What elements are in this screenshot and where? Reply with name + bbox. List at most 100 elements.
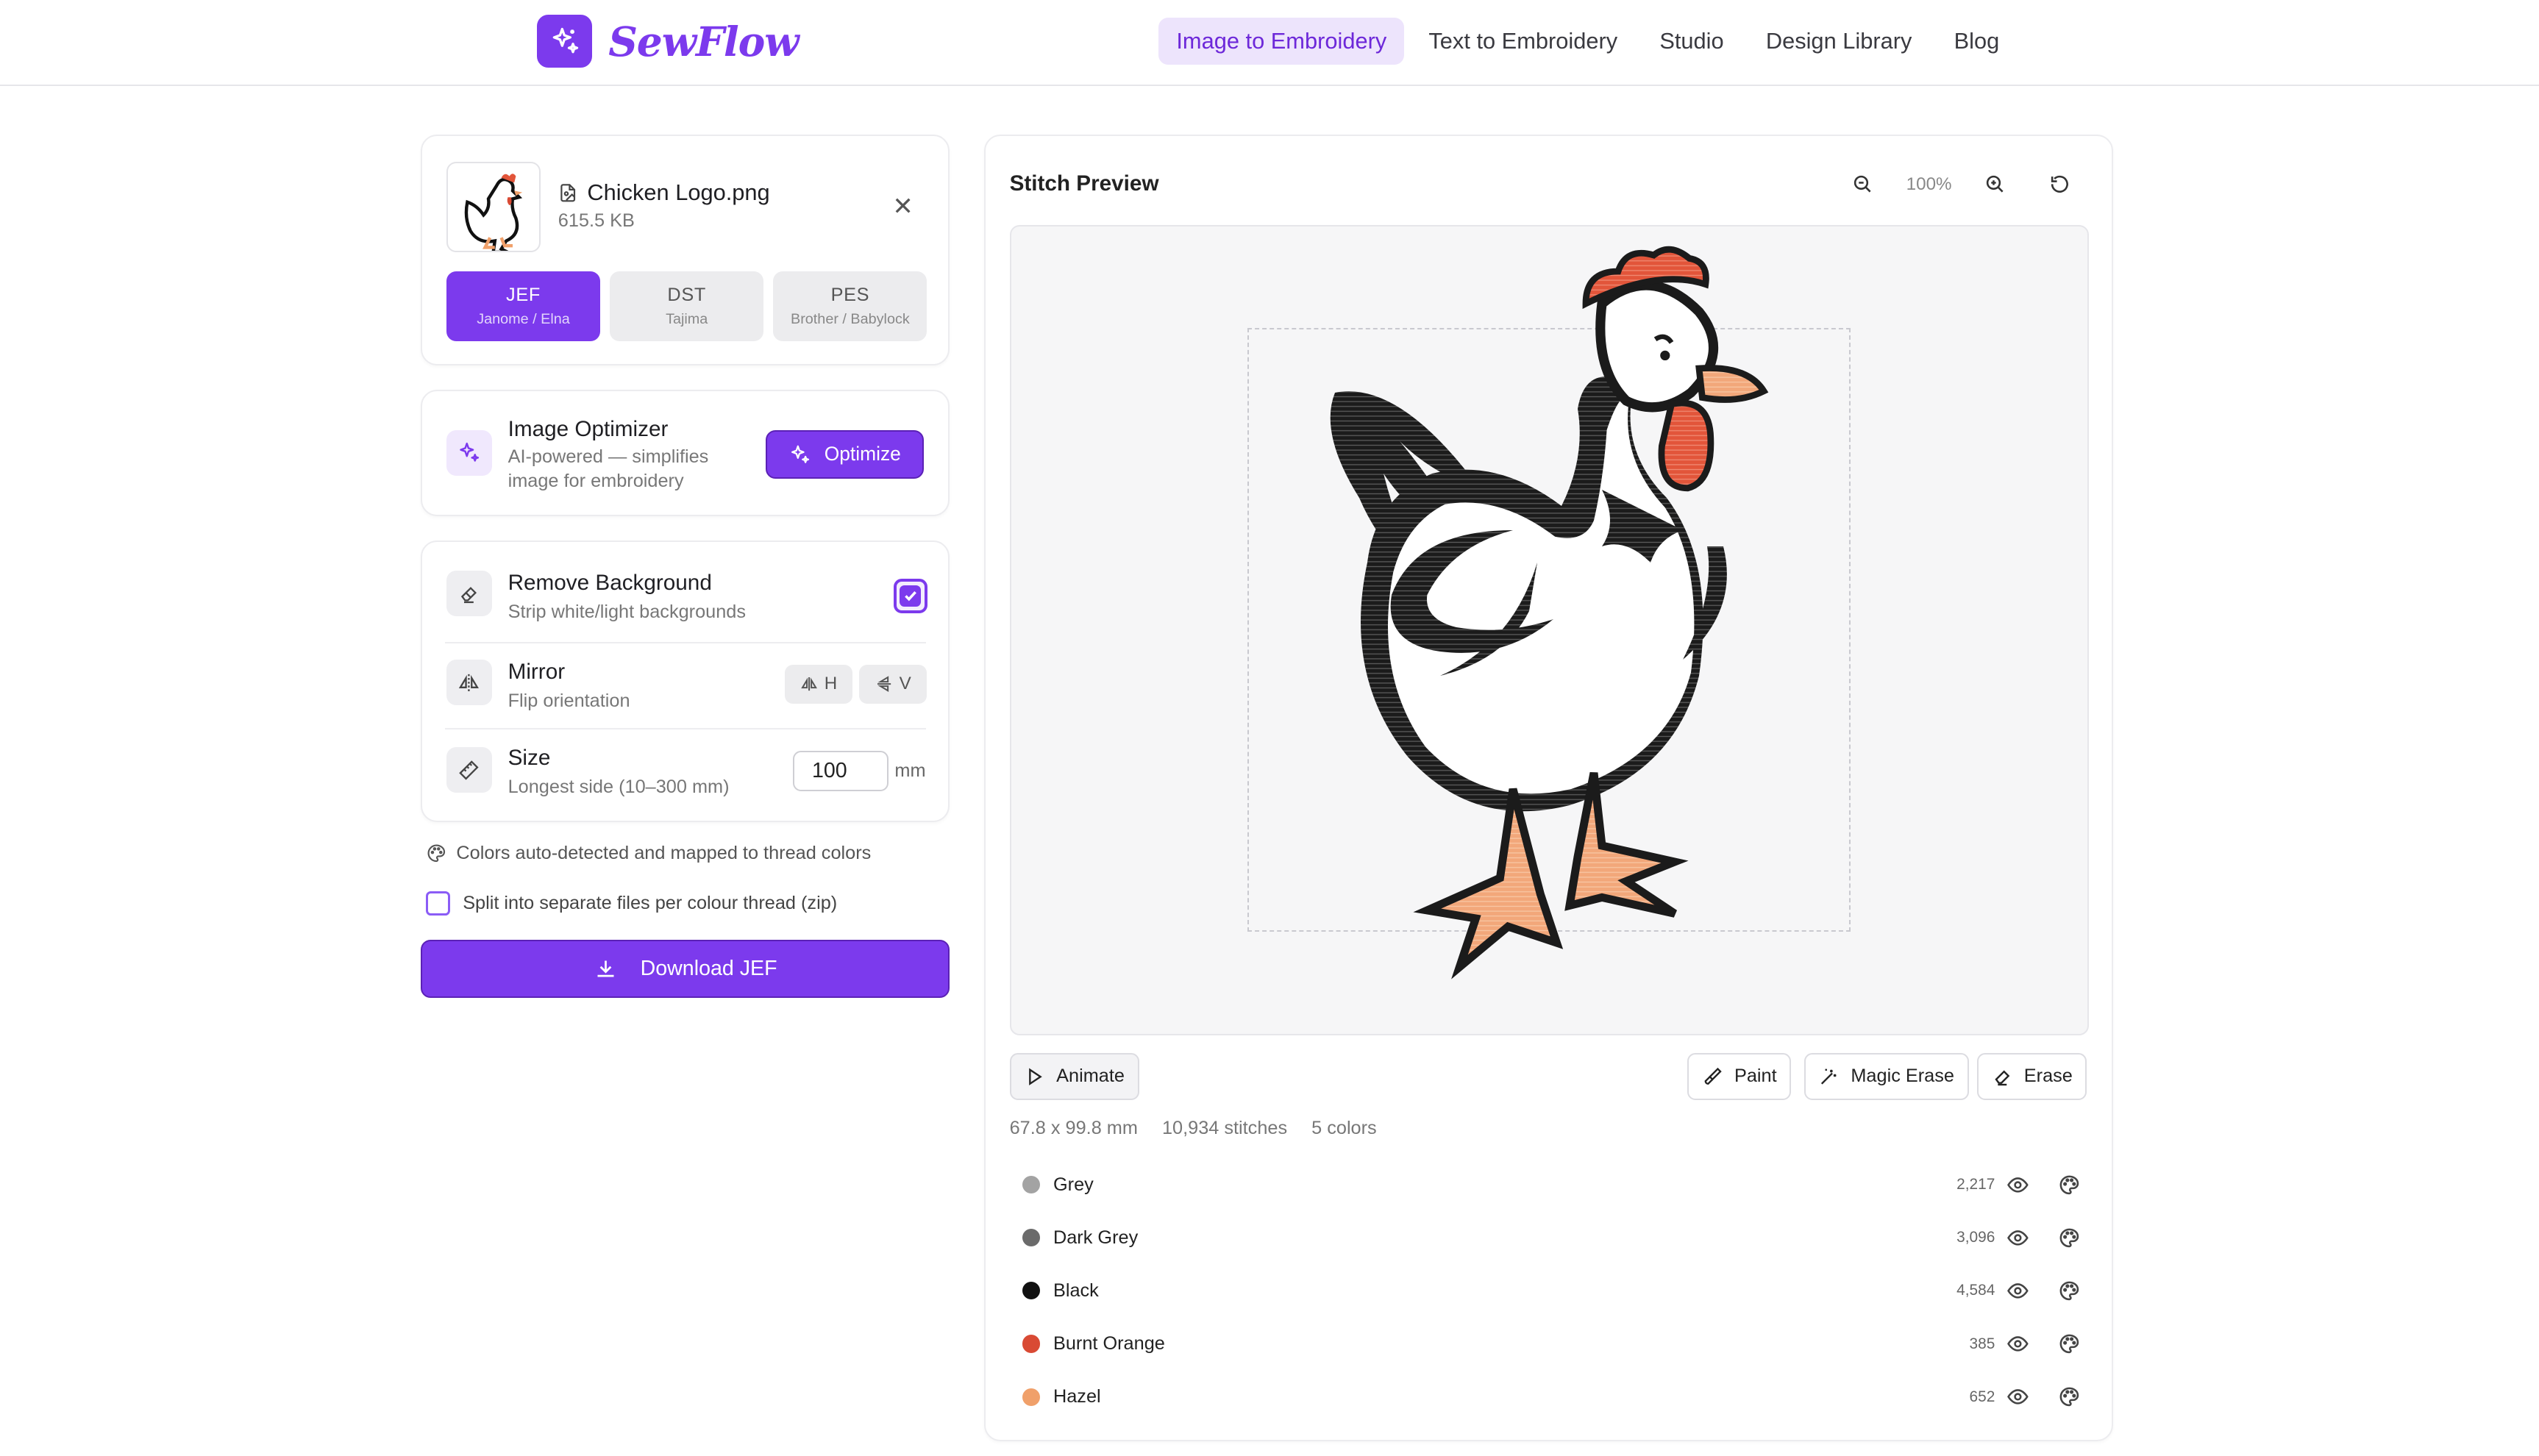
chicken-stitch-preview [1330, 246, 1768, 979]
mirror-v-label: V [899, 674, 911, 694]
sparkle-icon [791, 445, 810, 463]
nav-text-to-embroidery[interactable]: Text to Embroidery [1411, 18, 1635, 65]
play-icon [1029, 1068, 1042, 1085]
thread-stitch-count: 2,217 [1956, 1176, 1995, 1193]
file-name: Chicken Logo.png [558, 179, 770, 206]
split-files-label: Split into separate files per colour thr… [463, 893, 838, 914]
eye-icon[interactable] [2006, 1332, 2029, 1355]
mirror-h-label: H [824, 674, 838, 694]
eye-icon[interactable] [2006, 1227, 2029, 1249]
eraser-icon [446, 571, 492, 616]
nav-blog[interactable]: Blog [1936, 18, 2017, 65]
logo[interactable]: SewFlow [537, 14, 800, 68]
thread-row: Burnt Orange 385 [1010, 1317, 2089, 1370]
sparkle-icon [446, 429, 492, 476]
optimizer-subtitle: AI-powered — simplifies image for embroi… [508, 445, 709, 493]
format-dst-button[interactable]: DST Tajima [610, 271, 764, 341]
format-selector: JEF Janome / Elna DST Tajima PES Brother… [446, 271, 927, 341]
divider [444, 642, 926, 644]
zoom-in-icon[interactable] [1973, 166, 2018, 201]
main-nav: Image to Embroidery Text to Embroidery S… [1158, 18, 2017, 65]
reset-icon[interactable] [2037, 166, 2083, 201]
optimizer-title: Image Optimizer [508, 417, 669, 442]
zoom-controls: 100% [1840, 166, 2083, 201]
brand-name: SewFlow [608, 17, 799, 65]
format-jef-button[interactable]: JEF Janome / Elna [446, 271, 600, 341]
file-image-icon [560, 183, 575, 202]
nav-image-to-embroidery[interactable]: Image to Embroidery [1158, 18, 1405, 65]
remove-bg-checkbox[interactable] [893, 579, 927, 613]
top-header: SewFlow Image to Embroidery Text to Embr… [0, 0, 2539, 86]
split-files-option[interactable]: Split into separate files per colour thr… [425, 891, 838, 916]
palette-icon[interactable] [2058, 1174, 2081, 1196]
magic-erase-label: Magic Erase [1851, 1066, 1954, 1087]
eye-icon[interactable] [2006, 1174, 2029, 1196]
animate-label: Animate [1056, 1066, 1125, 1087]
colors-note: Colors auto-detected and mapped to threa… [426, 843, 872, 864]
paint-button[interactable]: Paint [1687, 1052, 1792, 1100]
file-size: 615.5 KB [558, 210, 635, 231]
format-machine: Janome / Elna [477, 310, 570, 327]
size-subtitle: Longest side (10–300 mm) [508, 776, 730, 797]
file-name-text: Chicken Logo.png [587, 179, 770, 205]
format-machine: Tajima [666, 310, 708, 327]
thread-name: Black [1053, 1280, 1099, 1301]
nav-design-library[interactable]: Design Library [1748, 18, 1930, 65]
divider [444, 727, 926, 729]
download-button[interactable]: Download JEF [421, 940, 950, 999]
remove-bg-subtitle: Strip white/light backgrounds [508, 601, 747, 622]
palette-icon[interactable] [2058, 1332, 2081, 1355]
mirror-icon [446, 660, 492, 705]
thread-name: Grey [1053, 1174, 1094, 1195]
split-files-checkbox[interactable] [425, 891, 450, 916]
file-thumbnail [446, 161, 541, 252]
thread-swatch [1022, 1175, 1041, 1194]
stat-dimensions: 67.8 x 99.8 mm [1009, 1117, 1138, 1138]
nav-studio[interactable]: Studio [1642, 18, 1742, 65]
eye-icon[interactable] [2006, 1385, 2029, 1408]
optimize-button[interactable]: Optimize [765, 429, 925, 479]
zoom-level: 100% [1906, 174, 1952, 194]
thread-swatch [1022, 1388, 1041, 1406]
thread-row: Black 4,584 [1010, 1264, 2089, 1317]
mirror-vertical-button[interactable]: V [859, 664, 927, 704]
optimize-label: Optimize [824, 443, 901, 465]
stat-stitches: 10,934 stitches [1161, 1117, 1288, 1138]
format-code: DST [667, 285, 706, 306]
magic-erase-button[interactable]: Magic Erase [1803, 1052, 1969, 1100]
size-input[interactable]: 100 [792, 750, 889, 791]
thread-row: Hazel 652 [1010, 1371, 2089, 1424]
download-icon [597, 960, 614, 977]
thread-name: Dark Grey [1053, 1227, 1139, 1248]
stitch-canvas[interactable] [1009, 224, 2089, 1035]
thread-stitch-count: 652 [1969, 1388, 1995, 1405]
stat-colors: 5 colors [1311, 1117, 1377, 1138]
thread-color-list: Grey 2,217 Dark Grey 3,096 Black 4,584 B… [1010, 1158, 2089, 1424]
eye-icon[interactable] [2006, 1280, 2029, 1302]
mirror-horizontal-button[interactable]: H [784, 664, 853, 704]
thread-stitch-count: 3,096 [1956, 1229, 1995, 1246]
paintbrush-icon [1704, 1067, 1722, 1085]
remove-bg-title: Remove Background [508, 571, 712, 596]
optimizer-subtitle-line-1: AI-powered — simplifies [508, 446, 709, 467]
mirror-subtitle: Flip orientation [508, 690, 630, 711]
mirror-title: Mirror [508, 660, 566, 685]
paint-label: Paint [1734, 1066, 1777, 1087]
animate-button[interactable]: Animate [1009, 1052, 1139, 1100]
erase-button[interactable]: Erase [1977, 1052, 2087, 1100]
flip-vertical-icon [877, 676, 891, 693]
thread-row: Dark Grey 3,096 [1010, 1211, 2089, 1264]
image-optimizer-card: Image Optimizer AI-powered — simplifies … [421, 390, 950, 516]
sparkle-logo-icon [537, 14, 593, 68]
colors-note-text: Colors auto-detected and mapped to threa… [456, 843, 872, 864]
palette-icon[interactable] [2058, 1227, 2081, 1249]
palette-icon[interactable] [2058, 1385, 2081, 1408]
format-pes-button[interactable]: PES Brother / Babylock [773, 271, 927, 341]
stitch-preview-card: Stitch Preview 100% Animate Paint Magic … [983, 134, 2114, 1442]
close-icon[interactable] [890, 193, 916, 218]
thread-name: Hazel [1053, 1386, 1101, 1407]
zoom-out-icon[interactable] [1840, 166, 1886, 201]
palette-icon [427, 844, 445, 863]
thread-swatch [1022, 1229, 1041, 1247]
palette-icon[interactable] [2058, 1280, 2081, 1302]
